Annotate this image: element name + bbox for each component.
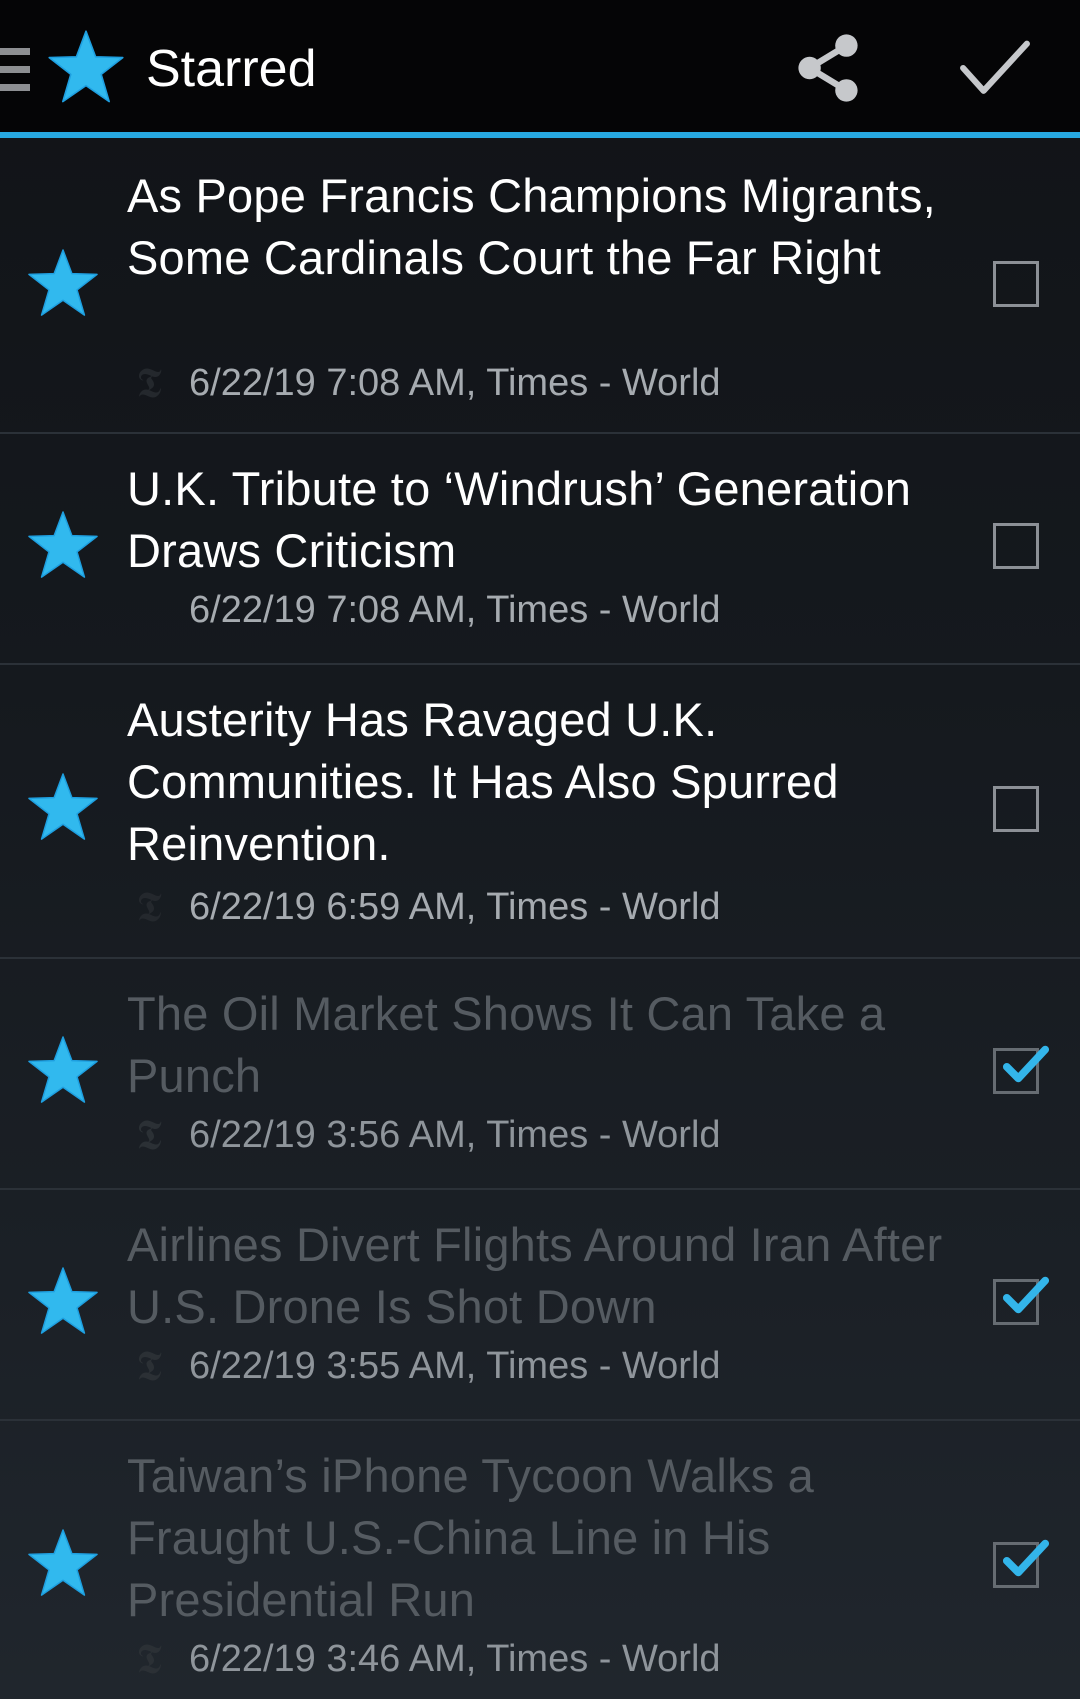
drawer-menu-icon[interactable] [0,48,30,92]
article-checkbox[interactable] [993,1045,1050,1094]
article-date-source: 6/22/19 7:08 AM, Times - World [189,589,721,631]
article-meta: 𝕿 6/22/19 6:59 AM, Times - World [127,881,967,933]
article-checkbox[interactable] [993,786,1039,832]
list-item[interactable]: The Oil Market Shows It Can Take a Punch… [0,959,1080,1190]
drawer-bar [0,48,30,55]
source-logo: 𝕿 [136,1634,162,1683]
article-title: Austerity Has Ravaged U.K. Communities. … [127,693,839,870]
star-icon[interactable] [24,1527,102,1601]
source-logo [127,588,171,632]
list-item[interactable]: Austerity Has Ravaged U.K. Communities. … [0,665,1080,959]
article-meta: 𝕿 6/22/19 7:08 AM, Times - World [127,357,967,409]
list-item[interactable]: As Pope Francis Champions Migrants, Some… [0,138,1080,434]
article-meta: 𝕿 6/22/19 3:56 AM, Times - World [127,1109,967,1161]
article-meta: 𝕿 6/22/19 3:46 AM, Times - World [127,1633,967,1685]
drawer-bar [0,84,30,91]
article-title: U.K. Tribute to ‘Windrush’ Generation Dr… [127,462,912,577]
star-icon[interactable] [24,1265,102,1339]
star-icon[interactable] [24,771,102,845]
list-item[interactable]: Taiwan’s iPhone Tycoon Walks a Fraught U… [0,1421,1080,1699]
article-checkbox[interactable] [993,261,1039,307]
starred-screen: Starred As Pope Francis Champions Migran… [0,0,1080,1699]
list-item[interactable]: Airlines Divert Flights Around Iran Afte… [0,1190,1080,1421]
checkmark-icon [1002,1539,1050,1577]
screen-title: Starred [146,40,317,98]
article-title: The Oil Market Shows It Can Take a Punch [127,987,886,1102]
article-meta: 𝕿 6/22/19 3:55 AM, Times - World [127,1340,967,1392]
list-item[interactable]: U.K. Tribute to ‘Windrush’ Generation Dr… [0,434,1080,665]
article-date-source: 6/22/19 6:59 AM, Times - World [189,886,721,928]
article-title: Airlines Divert Flights Around Iran Afte… [127,1218,943,1333]
article-date-source: 6/22/19 3:46 AM, Times - World [189,1638,721,1680]
checkmark-icon [1002,1045,1050,1083]
article-date-source: 6/22/19 7:08 AM, Times - World [189,362,721,404]
article-date-source: 6/22/19 3:55 AM, Times - World [189,1345,721,1387]
article-checkbox[interactable] [993,1276,1050,1325]
checkmark-icon [1002,1276,1050,1314]
star-icon[interactable] [24,247,102,321]
drawer-bar [0,66,30,73]
checkmark-icon[interactable] [952,30,1038,106]
article-list[interactable]: As Pope Francis Champions Migrants, Some… [0,138,1080,1699]
action-bar: Starred [0,0,1080,135]
source-logo: 𝕿 [136,1110,162,1159]
article-meta: 6/22/19 7:08 AM, Times - World [127,584,967,636]
star-icon[interactable] [44,28,128,108]
article-checkbox[interactable] [993,1539,1050,1588]
star-icon[interactable] [24,509,102,583]
article-checkbox[interactable] [993,523,1039,569]
article-title: As Pope Francis Champions Migrants, Some… [127,169,936,284]
article-date-source: 6/22/19 3:56 AM, Times - World [189,1114,721,1156]
source-logo: 𝕿 [136,358,162,407]
article-title: Taiwan’s iPhone Tycoon Walks a Fraught U… [127,1449,814,1626]
star-icon[interactable] [24,1034,102,1108]
source-logo: 𝕿 [136,1341,162,1390]
share-icon[interactable] [786,28,870,108]
source-logo: 𝕿 [136,882,162,931]
